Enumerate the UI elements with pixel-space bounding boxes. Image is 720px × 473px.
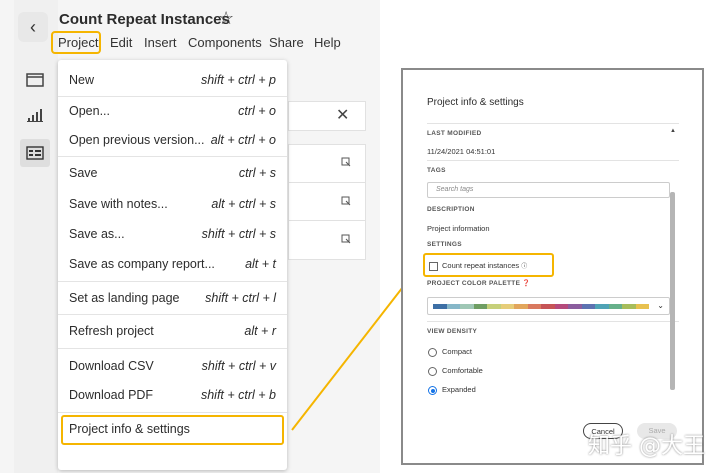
menu-separator (58, 281, 287, 282)
chevron-down-icon: ⌄ (657, 301, 664, 310)
menu-item-save-as-company-report[interactable]: Save as company report... alt + t (69, 255, 276, 275)
palette-label: PROJECT COLOR PALETTE ❓ (427, 280, 531, 287)
menu-separator (58, 314, 287, 315)
menu-edit[interactable]: Edit (110, 35, 132, 50)
menu-item-set-landing-page[interactable]: Set as landing page shift + ctrl + l (69, 289, 276, 309)
menu-separator (58, 348, 287, 349)
color-palette-select[interactable]: ⌄ (427, 297, 670, 315)
panel-icon[interactable] (26, 73, 44, 87)
star-icon[interactable]: ☆ (218, 8, 234, 29)
scroll-up-icon[interactable]: ▲ (670, 128, 676, 134)
menu-item-refresh-project[interactable]: Refresh project alt + r (69, 322, 276, 342)
palette-swatch (595, 304, 609, 309)
menu-item-download-pdf[interactable]: Download PDF shift + ctrl + b (69, 386, 276, 406)
palette-swatch (568, 304, 582, 309)
palette-swatch (433, 304, 447, 309)
menu-item-open[interactable]: Open... ctrl + o (69, 102, 276, 122)
palette-swatch (635, 304, 649, 309)
scrollbar-thumb[interactable] (670, 192, 675, 390)
section-divider (427, 321, 679, 322)
edit-icon[interactable] (341, 234, 351, 244)
tags-label: TAGS (427, 167, 446, 174)
last-modified-label: LAST MODIFIED (427, 130, 482, 137)
divider (288, 220, 366, 221)
components-icon (26, 146, 44, 160)
menu-item-save-with-notes[interactable]: Save with notes... alt + ctrl + s (69, 195, 276, 215)
background-list (288, 144, 366, 260)
dialog-title: Project info & settings (427, 97, 524, 108)
menu-separator (58, 156, 287, 157)
chevron-left-icon: ‹ (30, 17, 36, 37)
divider (288, 182, 366, 183)
density-expanded-radio[interactable] (428, 386, 437, 395)
edit-icon[interactable] (341, 196, 351, 206)
left-rail (14, 0, 58, 473)
tags-search-input[interactable]: Search tags (427, 182, 670, 198)
menu-components[interactable]: Components (188, 35, 262, 50)
palette-swatch (487, 304, 501, 309)
palette-swatch (622, 304, 636, 309)
menu-item-open-previous[interactable]: Open previous version... alt + ctrl + o (69, 131, 276, 151)
density-comfortable-radio[interactable] (428, 367, 437, 376)
density-compact-radio[interactable] (428, 348, 437, 357)
watermark: 知乎 @大王 (588, 434, 705, 459)
palette-swatch (554, 304, 568, 309)
last-modified-value: 11/24/2021 04:51:01 (427, 147, 496, 156)
density-expanded-label: Expanded (442, 385, 476, 394)
menu-item-download-csv[interactable]: Download CSV shift + ctrl + v (69, 357, 276, 377)
project-dropdown-menu: New shift + ctrl + p Open... ctrl + o Open… (58, 60, 287, 470)
close-icon[interactable]: ✕ (336, 105, 349, 125)
section-divider (427, 160, 679, 161)
menu-separator (58, 96, 287, 97)
menu-item-save[interactable]: Save ctrl + s (69, 164, 276, 184)
help-icon[interactable]: ❓ (522, 280, 530, 287)
menu-separator (58, 412, 287, 413)
density-compact-label: Compact (442, 347, 473, 356)
settings-label: SETTINGS (427, 241, 462, 248)
menu-help[interactable]: Help (314, 35, 341, 50)
project-menu-highlight (51, 31, 101, 54)
palette-swatch (460, 304, 474, 309)
description-label: DESCRIPTION (427, 206, 475, 213)
palette-swatch (608, 304, 622, 309)
menu-insert[interactable]: Insert (144, 35, 177, 50)
menu-item-new[interactable]: New shift + ctrl + p (69, 71, 276, 91)
palette-swatch (473, 304, 487, 309)
back-button[interactable]: ‹ (18, 12, 48, 42)
menu-item-highlight (61, 415, 284, 445)
palette-swatch (500, 304, 514, 309)
menu-item-save-as[interactable]: Save as... shift + ctrl + s (69, 225, 276, 245)
palette-swatch (527, 304, 541, 309)
checkbox-highlight (423, 253, 554, 277)
palette-swatches (433, 304, 649, 309)
project-title: Count Repeat Instances (59, 11, 230, 28)
palette-swatch (541, 304, 555, 309)
background-field (288, 101, 366, 131)
project-info-settings-dialog: Project info & settings LAST MODIFIED 11… (401, 68, 704, 465)
edit-icon[interactable] (341, 157, 351, 167)
visualizations-icon[interactable] (26, 108, 44, 122)
palette-swatch (446, 304, 460, 309)
menu-share[interactable]: Share (269, 35, 304, 50)
dialog-divider (427, 123, 679, 124)
density-comfortable-label: Comfortable (442, 366, 483, 375)
palette-swatch (514, 304, 528, 309)
palette-swatch (581, 304, 595, 309)
view-density-label: VIEW DENSITY (427, 328, 478, 335)
description-value[interactable]: Project information (427, 224, 490, 233)
